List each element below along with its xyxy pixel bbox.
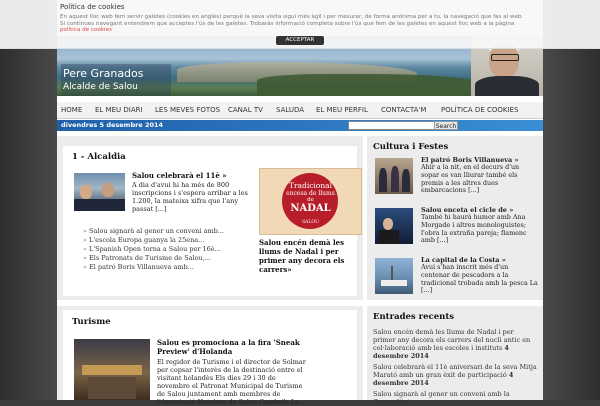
cultura-heading[interactable]: Cultura i Festes xyxy=(373,142,448,152)
turisme-post-excerpt: El regidor de Turisme i el director de S… xyxy=(157,358,306,406)
nav-diari[interactable]: EL MEU DIARI xyxy=(95,106,143,114)
cookie-text: En aquest lloc web fem servir galetes (c… xyxy=(60,14,524,27)
alcaldia-heading[interactable]: 1 - Alcaldia xyxy=(72,152,126,162)
poster-brand: SALOU xyxy=(302,220,319,225)
poster-line2: encesa de llums xyxy=(286,190,335,197)
nav-canal-tv[interactable]: CANAL TV xyxy=(228,106,263,114)
nadal-post-title[interactable]: Salou encén demà les llums de Nadal i pe… xyxy=(259,238,365,274)
nav-home[interactable]: HOME xyxy=(61,106,82,114)
search-button[interactable]: Search xyxy=(434,121,458,130)
cultura-thumb-2[interactable] xyxy=(375,208,413,244)
page-background-left xyxy=(0,0,58,400)
nav-cookies[interactable]: POLÍTICA DE COOKIES xyxy=(441,106,518,114)
page-background-right xyxy=(542,0,600,400)
site-title[interactable]: Pere Granados xyxy=(63,67,144,80)
alcaldia-post-thumbnail[interactable] xyxy=(74,173,125,211)
portrait-suit xyxy=(475,76,539,96)
cookie-message: En aquest lloc web fem servir galetes (c… xyxy=(60,14,530,34)
main-nav: HOME EL MEU DIARI LES MEVES FOTOS CANAL … xyxy=(57,102,543,119)
turisme-thumbnail[interactable] xyxy=(74,339,150,400)
list-item[interactable]: Els Patronats de Turisme de Salou,... xyxy=(83,254,211,262)
cultura-text-1: Ahir a la nit, en el decurs d'un sopar e… xyxy=(421,163,520,195)
list-item[interactable]: Salou signarà al gener un conveni amb... xyxy=(83,227,224,235)
list-item[interactable]: El patró Boris Villanueva amb... xyxy=(83,263,194,271)
nav-perfil[interactable]: EL MEU PERFIL xyxy=(316,106,368,114)
alcaldia-post-excerpt: A dia d'avui hi ha més de 800 inscripcio… xyxy=(132,181,248,213)
alcaldia-post-title[interactable]: Salou celebrarà el 11è » xyxy=(132,171,257,180)
cookie-policy-link[interactable]: política de cookies xyxy=(60,27,112,33)
cookie-accept-button[interactable]: ACCEPTAR xyxy=(276,36,324,45)
current-date: divendres 5 desembre 2014 xyxy=(61,121,164,129)
cookie-banner: Política de cookies En aquest lloc web f… xyxy=(0,0,600,49)
poster-line4: NADAL xyxy=(290,203,331,214)
nav-saluda[interactable]: SALUDA xyxy=(276,106,304,114)
cultura-text-2: També hi haurà humor amb Ana Morgade i a… xyxy=(421,213,527,245)
poster-line1: Tradicional xyxy=(288,181,333,190)
cultura-text-3: Avui s'han inscrit més d'un centenar de … xyxy=(421,263,538,295)
banner-trees xyxy=(257,74,487,96)
nav-contacta[interactable]: CONTACTA'M xyxy=(381,106,426,114)
turisme-post-title[interactable]: Salou es promociona a la fira 'Sneak Pre… xyxy=(157,338,307,356)
recent-entry[interactable]: Salou encén demà les llums de Nadal i pe… xyxy=(373,328,537,360)
search-input[interactable] xyxy=(348,121,435,130)
date-search-bar: divendres 5 desembre 2014 Search xyxy=(57,120,543,131)
recent-entry[interactable]: Salou celebrarà el 11è aniversari de la … xyxy=(373,363,537,387)
portrait-glasses xyxy=(491,54,519,61)
page-container: Pere Granados Alcalde de Salou HOME EL M… xyxy=(57,0,543,406)
cultura-thumb-3[interactable] xyxy=(375,258,413,294)
site-subtitle: Alcalde de Salou xyxy=(63,82,138,92)
list-item[interactable]: L'Spanish Open torna a Salou per 16è... xyxy=(83,245,221,253)
recent-entry-link[interactable]: Salou signarà al gener un conveni amb la… xyxy=(373,390,510,406)
nav-fotos[interactable]: LES MEVES FOTOS xyxy=(155,106,220,114)
turisme-heading[interactable]: Turisme xyxy=(72,317,111,327)
recent-heading[interactable]: Entrades recents xyxy=(373,312,454,322)
recent-entry[interactable]: Salou signarà al gener un conveni amb la… xyxy=(373,390,537,406)
nadal-poster[interactable]: Tradicional encesa de llums de NADAL SAL… xyxy=(259,168,362,235)
list-item[interactable]: L'escola Europa guanya la 25ena... xyxy=(83,236,204,244)
cultura-thumb-1[interactable] xyxy=(375,158,413,194)
cookie-title: Política de cookies xyxy=(60,3,125,11)
